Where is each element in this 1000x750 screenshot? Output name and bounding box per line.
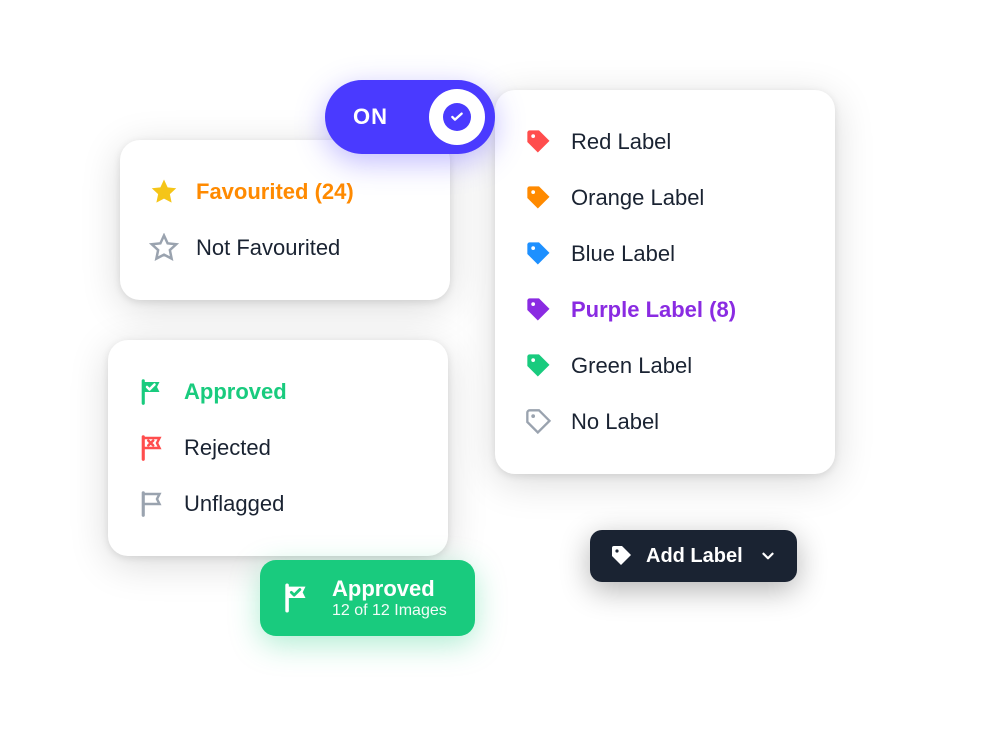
tag-red-icon — [523, 126, 555, 158]
tag-purple-icon — [523, 294, 555, 326]
toggle-knob-check — [443, 103, 471, 131]
tag-blue-icon — [523, 238, 555, 270]
rejected-item[interactable]: Rejected — [136, 420, 420, 476]
label-none-text: No Label — [571, 409, 659, 435]
favourited-label: Favourited (24) — [196, 179, 354, 205]
label-blue-text: Blue Label — [571, 241, 675, 267]
tag-outline-icon — [523, 406, 555, 438]
tag-orange-icon — [523, 182, 555, 214]
label-orange-text: Orange Label — [571, 185, 704, 211]
label-item-red[interactable]: Red Label — [523, 114, 807, 170]
approved-label: Approved — [184, 379, 287, 405]
approved-status-badge: Approved 12 of 12 Images — [260, 560, 475, 636]
star-filled-icon — [148, 176, 180, 208]
toggle-knob — [429, 89, 485, 145]
chevron-down-icon — [759, 547, 777, 565]
flag-outline-icon — [136, 488, 168, 520]
label-item-blue[interactable]: Blue Label — [523, 226, 807, 282]
label-item-purple[interactable]: Purple Label (8) — [523, 282, 807, 338]
labels-card: Red Label Orange Label Blue Label Purple… — [495, 90, 835, 474]
rejected-label: Rejected — [184, 435, 271, 461]
tag-white-icon — [610, 544, 634, 568]
approved-badge-title: Approved — [332, 576, 447, 602]
check-icon — [449, 109, 465, 125]
label-purple-text: Purple Label (8) — [571, 297, 736, 323]
unflagged-label: Unflagged — [184, 491, 284, 517]
toggle-on-pill[interactable]: ON — [325, 80, 495, 154]
label-item-orange[interactable]: Orange Label — [523, 170, 807, 226]
not-favourited-item[interactable]: Not Favourited — [148, 220, 422, 276]
label-item-none[interactable]: No Label — [523, 394, 807, 450]
flags-card: Approved Rejected Unflagged — [108, 340, 448, 556]
approved-item[interactable]: Approved — [136, 364, 420, 420]
add-label-text: Add Label — [646, 545, 743, 568]
tag-green-icon — [523, 350, 555, 382]
toggle-state-label: ON — [353, 104, 388, 130]
not-favourited-label: Not Favourited — [196, 235, 340, 261]
favourited-item[interactable]: Favourited (24) — [148, 164, 422, 220]
approved-badge-subtitle: 12 of 12 Images — [332, 602, 447, 620]
flag-rejected-icon — [136, 432, 168, 464]
flag-approved-icon — [136, 376, 168, 408]
star-outline-icon — [148, 232, 180, 264]
label-item-green[interactable]: Green Label — [523, 338, 807, 394]
favourites-card: Favourited (24) Not Favourited — [120, 140, 450, 300]
label-red-text: Red Label — [571, 129, 671, 155]
label-green-text: Green Label — [571, 353, 692, 379]
add-label-button[interactable]: Add Label — [590, 530, 797, 582]
unflagged-item[interactable]: Unflagged — [136, 476, 420, 532]
flag-check-icon — [280, 581, 314, 615]
